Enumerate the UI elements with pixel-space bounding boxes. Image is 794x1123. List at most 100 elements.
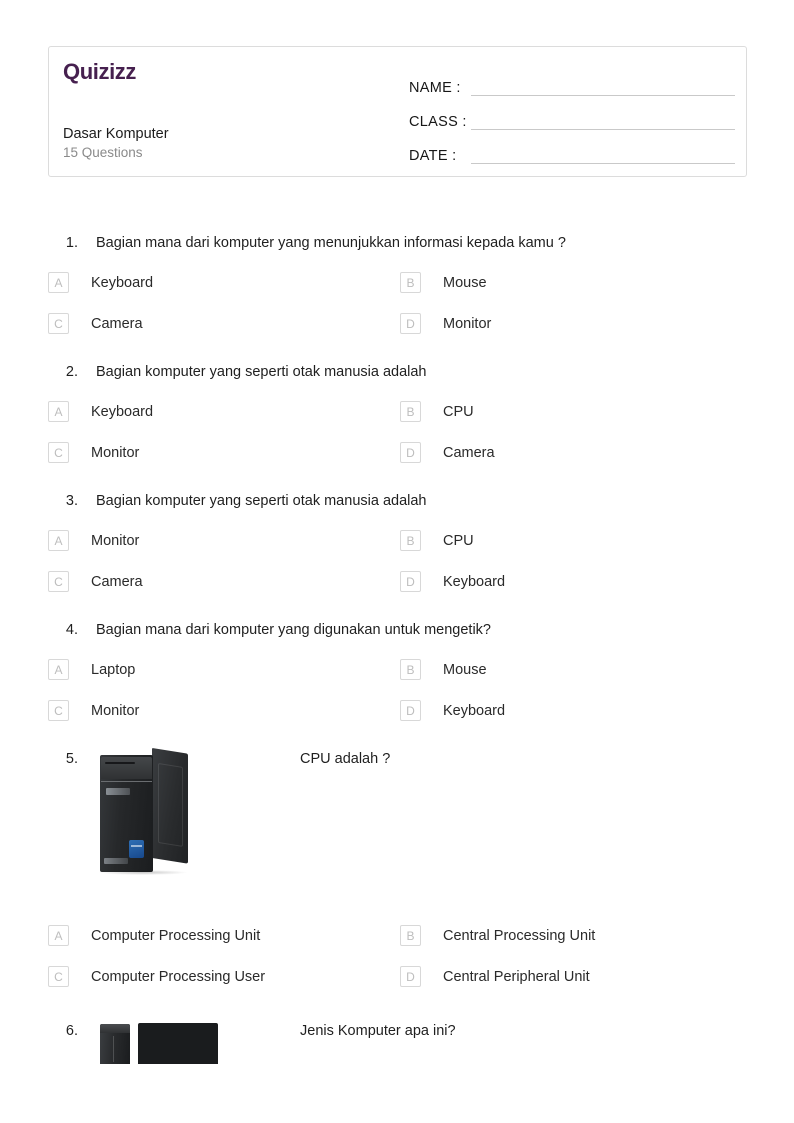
option-letter-badge: A: [48, 401, 69, 422]
option-letter-badge: B: [400, 530, 421, 551]
option-a[interactable]: A Keyboard: [48, 401, 400, 422]
option-label: Monitor: [443, 315, 492, 332]
option-letter-badge: A: [48, 659, 69, 680]
option-letter-badge: B: [400, 401, 421, 422]
name-field-row: NAME :: [409, 65, 746, 99]
option-c[interactable]: C Computer Processing User: [48, 966, 400, 987]
option-letter-badge: D: [400, 571, 421, 592]
option-a[interactable]: A Laptop: [48, 659, 400, 680]
question-number: 4.: [65, 622, 78, 638]
options-grid: A Keyboard B CPU C Monitor D Camera: [48, 401, 746, 463]
option-letter-badge: D: [400, 313, 421, 334]
question-spacer: [0, 592, 794, 619]
question-number: 6.: [65, 1023, 78, 1039]
question-text: Bagian komputer yang seperti otak manusi…: [96, 493, 427, 509]
name-input[interactable]: [471, 95, 735, 96]
question-header: 2. Bagian komputer yang seperti otak man…: [48, 361, 746, 385]
question-spacer: [0, 721, 794, 748]
option-letter-badge: D: [400, 966, 421, 987]
question-item: 3. Bagian komputer yang seperti otak man…: [0, 490, 794, 592]
question-item: 6. Jenis Komputer apa ini?: [0, 1020, 794, 1064]
header-left-section: Quizizz Dasar Komputer 15 Questions: [49, 47, 409, 176]
question-text: Bagian komputer yang seperti otak manusi…: [96, 364, 427, 380]
option-letter-badge: C: [48, 442, 69, 463]
option-a[interactable]: A Monitor: [48, 530, 400, 551]
option-c[interactable]: C Camera: [48, 571, 400, 592]
student-info-fields: NAME : CLASS : DATE :: [409, 47, 746, 176]
option-letter-badge: C: [48, 571, 69, 592]
question-text: Jenis Komputer apa ini?: [300, 1023, 456, 1039]
question-item: 5. CPU adalah ? A Computer Processing Un…: [0, 748, 794, 987]
option-d[interactable]: D Monitor: [400, 313, 746, 334]
question-spacer: [0, 334, 794, 361]
deskset-tower: [100, 1024, 130, 1064]
option-label: Computer Processing Unit: [91, 927, 261, 944]
question-header: 6. Jenis Komputer apa ini?: [48, 1020, 746, 1064]
option-letter-badge: B: [400, 925, 421, 946]
question-text: Bagian mana dari komputer yang menunjukk…: [96, 235, 566, 251]
question-text: CPU adalah ?: [300, 751, 391, 767]
option-label: Mouse: [443, 661, 487, 678]
option-d[interactable]: D Keyboard: [400, 700, 746, 721]
class-field-label: CLASS :: [409, 114, 467, 130]
options-grid: A Monitor B CPU C Camera D Keyboard: [48, 530, 746, 592]
date-field-label: DATE :: [409, 148, 457, 164]
tower-shadow: [98, 870, 188, 875]
question-header: 5. CPU adalah ?: [48, 748, 746, 875]
question-number: 3.: [65, 493, 78, 509]
question-text: Bagian mana dari komputer yang digunakan…: [96, 622, 491, 638]
option-b[interactable]: B Mouse: [400, 272, 746, 293]
deskset-monitor: [138, 1023, 218, 1064]
date-input[interactable]: [471, 163, 735, 164]
option-label: Central Processing Unit: [443, 927, 596, 944]
question-media: [96, 748, 271, 875]
option-label: Laptop: [91, 661, 136, 678]
option-label: Camera: [443, 444, 495, 461]
question-media: [96, 1020, 271, 1064]
option-label: Keyboard: [91, 274, 154, 291]
option-d[interactable]: D Central Peripheral Unit: [400, 966, 746, 987]
option-letter-badge: A: [48, 530, 69, 551]
option-label: Monitor: [91, 702, 140, 719]
option-label: Computer Processing User: [91, 968, 266, 985]
option-b[interactable]: B Mouse: [400, 659, 746, 680]
option-label: Camera: [91, 315, 143, 332]
option-b[interactable]: B Central Processing Unit: [400, 925, 746, 946]
tower-processor-sticker: [129, 840, 144, 858]
option-label: CPU: [443, 403, 474, 420]
desktop-computer-set-icon: [96, 1020, 221, 1064]
quiz-question-count: 15 Questions: [63, 145, 143, 160]
option-a[interactable]: A Computer Processing Unit: [48, 925, 400, 946]
quizizz-logo: Quizizz: [63, 59, 136, 84]
option-letter-badge: C: [48, 313, 69, 334]
option-b[interactable]: B CPU: [400, 401, 746, 422]
quiz-title: Dasar Komputer: [63, 126, 169, 142]
desktop-tower-icon: [96, 748, 188, 875]
options-grid: A Keyboard B Mouse C Camera D Monitor: [48, 272, 746, 334]
question-number: 5.: [65, 751, 78, 767]
option-c[interactable]: C Camera: [48, 313, 400, 334]
tower-divider-line: [101, 781, 152, 782]
deskset-tower-top: [100, 1024, 130, 1033]
option-a[interactable]: A Keyboard: [48, 272, 400, 293]
question-item: 2. Bagian komputer yang seperti otak man…: [0, 361, 794, 463]
class-input[interactable]: [471, 129, 735, 130]
questions-list: 1. Bagian mana dari komputer yang menunj…: [0, 232, 794, 1064]
question-header: 3. Bagian komputer yang seperti otak man…: [48, 490, 746, 514]
option-b[interactable]: B CPU: [400, 530, 746, 551]
question-item: 4. Bagian mana dari komputer yang diguna…: [0, 619, 794, 721]
option-letter-badge: D: [400, 700, 421, 721]
question-item: 1. Bagian mana dari komputer yang menunj…: [0, 232, 794, 334]
question-header: 1. Bagian mana dari komputer yang menunj…: [48, 232, 746, 256]
worksheet-page: Quizizz Dasar Komputer 15 Questions NAME…: [0, 0, 794, 1123]
option-label: Keyboard: [443, 573, 506, 590]
option-c[interactable]: C Monitor: [48, 700, 400, 721]
option-d[interactable]: D Keyboard: [400, 571, 746, 592]
option-letter-badge: B: [400, 272, 421, 293]
option-letter-badge: A: [48, 272, 69, 293]
option-letter-badge: C: [48, 966, 69, 987]
question-number: 1.: [65, 235, 78, 251]
option-d[interactable]: D Camera: [400, 442, 746, 463]
option-c[interactable]: C Monitor: [48, 442, 400, 463]
option-label: Monitor: [91, 444, 140, 461]
